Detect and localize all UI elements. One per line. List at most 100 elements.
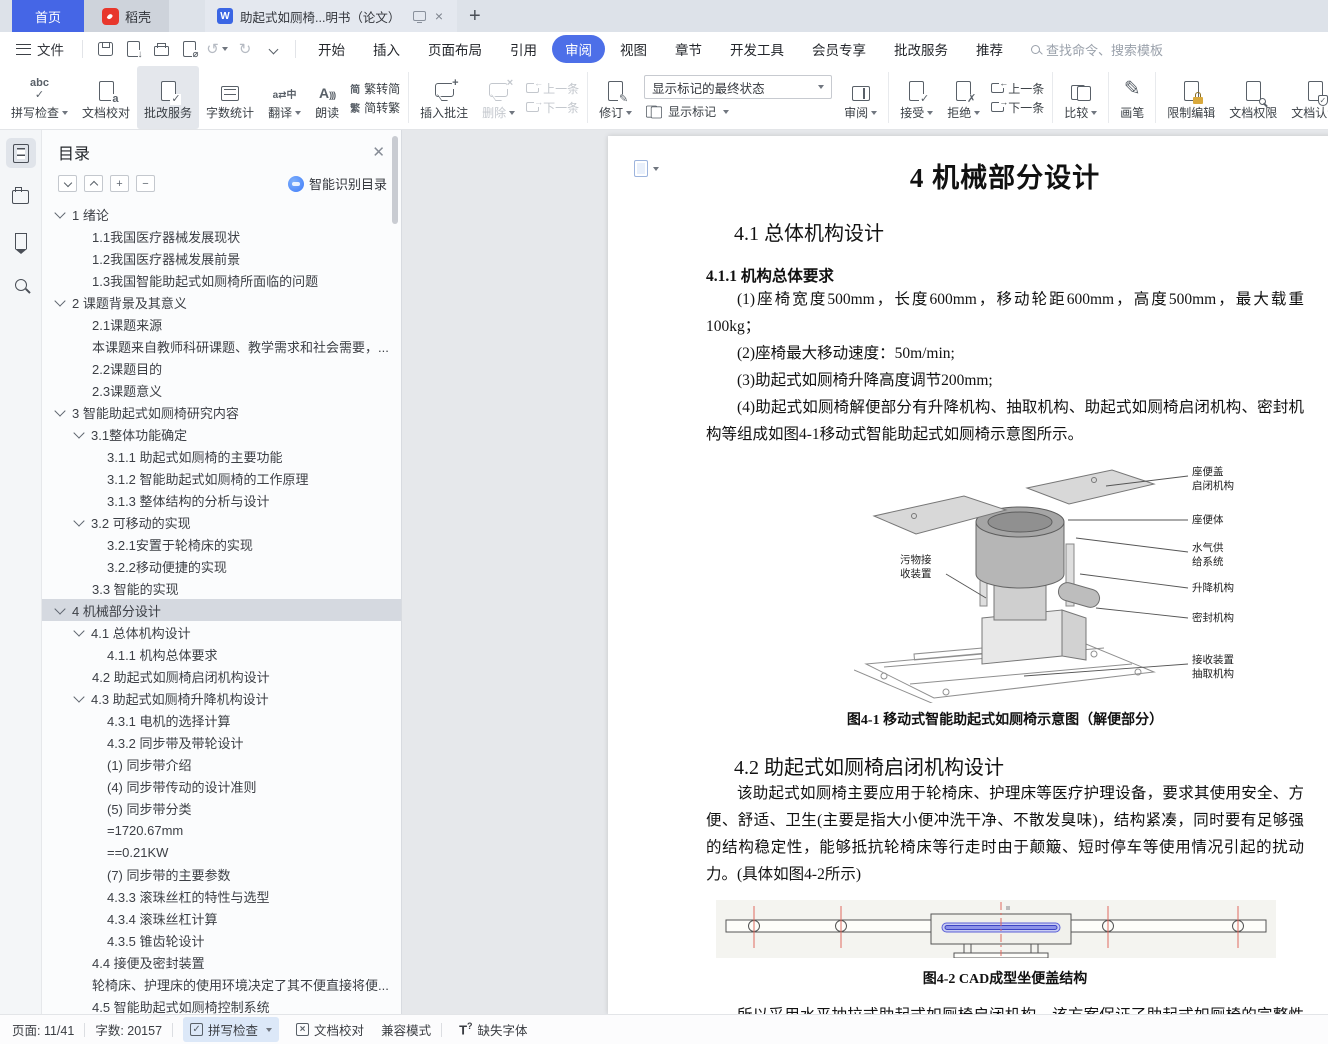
toc-scrollbar[interactable] xyxy=(392,136,398,224)
toc-item[interactable]: 3 智能助起式如厕椅研究内容 xyxy=(42,401,401,423)
toc-item[interactable]: (4) 同步带传动的设计准则 xyxy=(42,775,401,797)
doc-certify-button[interactable]: ✓ 文档认证 xyxy=(1284,66,1328,129)
home-tab[interactable]: 首页 xyxy=(12,0,84,32)
tab-insert[interactable]: 插入 xyxy=(360,35,413,63)
toc-item[interactable]: ==0.21KW xyxy=(42,841,401,863)
next-comment-button[interactable]: → 下一条 xyxy=(526,98,579,116)
reject-button[interactable]: ✗ 拒绝 xyxy=(940,66,987,129)
print-button[interactable] xyxy=(150,38,172,60)
close-tab-icon[interactable]: × xyxy=(433,8,445,24)
toc-item[interactable]: 3.1.2 智能助起式如厕椅的工作原理 xyxy=(42,467,401,489)
prev-comment-button[interactable]: ← 上一条 xyxy=(526,79,579,97)
tab-correction[interactable]: 批改服务 xyxy=(881,35,961,63)
customize-toolbar-button[interactable] xyxy=(262,38,284,60)
toc-item[interactable]: (7) 同步带的主要参数 xyxy=(42,863,401,885)
doc-proof-button[interactable]: a 文档校对 xyxy=(75,66,137,129)
toc-item[interactable]: 1.1我国医疗器械发展现状 xyxy=(42,225,401,247)
tab-home[interactable]: 开始 xyxy=(305,35,358,63)
toc-item[interactable]: 3.2 可移动的实现 xyxy=(42,511,401,533)
document-tab[interactable]: W 助起式如厕椅...明书（论文） × xyxy=(205,0,458,32)
word-count-button[interactable]: 字数统计 xyxy=(199,66,261,129)
review-button[interactable]: 审阅 xyxy=(837,66,884,129)
accept-button[interactable]: ✓ 接受 xyxy=(893,66,940,129)
doc-proof-status[interactable]: × 文档校对 xyxy=(289,1017,371,1042)
close-icon[interactable]: ✕ xyxy=(372,143,385,161)
expand-all-button[interactable] xyxy=(84,175,103,192)
toc-item[interactable]: 4.2 助起式如厕椅启闭机构设计 xyxy=(42,665,401,687)
markup-state-select[interactable]: 显示标记的最终状态 xyxy=(644,75,833,99)
chevron-down-icon[interactable] xyxy=(73,514,85,527)
toc-item[interactable]: 轮椅床、护理床的使用环境决定了其不便直接将便... xyxy=(42,973,401,995)
doc-permission-button[interactable]: 文档权限 xyxy=(1222,66,1284,129)
show-markup-button[interactable]: 显示标记 xyxy=(644,103,832,120)
tab-section[interactable]: 章节 xyxy=(662,35,715,63)
toc-item[interactable]: 4.3.5 锥齿轮设计 xyxy=(42,929,401,951)
insert-comment-button[interactable]: + 插入批注 xyxy=(413,66,475,129)
brush-button[interactable]: ✎ 画笔 xyxy=(1113,66,1151,129)
bookmark-panel-button[interactable] xyxy=(6,226,36,256)
chevron-down-icon[interactable] xyxy=(73,690,85,703)
toc-item[interactable]: 4.3 助起式如厕椅升降机构设计 xyxy=(42,687,401,709)
file-menu[interactable]: 文件 xyxy=(37,39,64,59)
new-tab-button[interactable]: + xyxy=(457,0,493,32)
page-indicator[interactable]: 页面: 11/41 xyxy=(12,1020,74,1039)
toc-item[interactable]: 4.3.1 电机的选择计算 xyxy=(42,709,401,731)
chevron-down-icon[interactable] xyxy=(54,206,66,219)
correction-service-button[interactable]: ✓ 批改服务 xyxy=(137,66,200,129)
missing-font-button[interactable]: T? 缺失字体 xyxy=(452,1017,534,1042)
menu-icon[interactable] xyxy=(16,43,31,55)
toc-item[interactable]: 1.2我国医疗器械发展前景 xyxy=(42,247,401,269)
split-window-icon[interactable] xyxy=(412,11,426,23)
spell-check-status[interactable]: ✓ 拼写检查 xyxy=(183,1017,280,1042)
page-mark[interactable] xyxy=(634,160,659,177)
simp-to-trad-button[interactable]: 繁简转繁 xyxy=(350,99,400,116)
next-change-button[interactable]: → 下一条 xyxy=(991,98,1044,116)
toc-item[interactable]: 3.2.2移动便捷的实现 xyxy=(42,555,401,577)
spell-check-button[interactable]: abc ✓ 拼写检查 xyxy=(4,66,75,129)
toc-item[interactable]: 4.5 智能助起式如厕椅控制系统 xyxy=(42,995,401,1015)
toc-item[interactable]: 4 机械部分设计 xyxy=(42,599,401,621)
tab-review[interactable]: 审阅 xyxy=(552,35,605,63)
save-button[interactable] xyxy=(94,38,116,60)
toc-item[interactable]: 本课题来自教师科研课题、教学需求和社会需要，... xyxy=(42,335,401,357)
print-preview-button[interactable]: ⌀ xyxy=(178,38,200,60)
trad-to-simp-button[interactable]: 简繁转简 xyxy=(350,80,400,97)
chevron-down-icon[interactable] xyxy=(54,602,66,615)
document-page[interactable]: 4 机械部分设计 4.1 总体机构设计 4.1.1 机构总体要求 (1)座椅宽度… xyxy=(608,136,1328,1014)
toc-item[interactable]: 3.1.1 助起式如厕椅的主要功能 xyxy=(42,445,401,467)
delete-comment-button[interactable]: × 删除 xyxy=(475,66,522,129)
docer-tab[interactable]: 稻壳 xyxy=(84,0,170,32)
command-search[interactable]: 查找命令、搜索模板 xyxy=(1031,40,1163,59)
tab-member[interactable]: 会员专享 xyxy=(799,35,879,63)
translate-button[interactable]: a⇄中 翻译 xyxy=(261,66,308,129)
tab-page-layout[interactable]: 页面布局 xyxy=(415,35,495,63)
collapse-level-button[interactable]: − xyxy=(136,175,155,192)
toc-item[interactable]: =1720.67mm xyxy=(42,819,401,841)
toc-item[interactable]: 4.1.1 机构总体要求 xyxy=(42,643,401,665)
toc-item[interactable]: 4.3.3 滚珠丝杠的特性与选型 xyxy=(42,885,401,907)
toc-item[interactable]: 4.3.4 滚珠丝杠计算 xyxy=(42,907,401,929)
chevron-down-icon[interactable] xyxy=(54,294,66,307)
undo-caret-icon[interactable] xyxy=(221,47,228,51)
toc-item[interactable]: 4.3.2 同步带及带轮设计 xyxy=(42,731,401,753)
chevron-down-icon[interactable] xyxy=(73,624,85,637)
toc-item[interactable]: 3.2.1安置于轮椅床的实现 xyxy=(42,533,401,555)
toc-item[interactable]: 2 课题背景及其意义 xyxy=(42,291,401,313)
tab-view[interactable]: 视图 xyxy=(607,35,660,63)
word-count-indicator[interactable]: 字数: 20157 xyxy=(95,1020,162,1039)
toc-panel-button[interactable] xyxy=(5,138,36,168)
toc-item[interactable]: 1.3我国智能助起式如厕椅所面临的问题 xyxy=(42,269,401,291)
smart-toc-button[interactable]: 智能识别目录 xyxy=(287,174,387,193)
toc-item[interactable]: 4.1 总体机构设计 xyxy=(42,621,401,643)
toc-item[interactable]: 2.2课题目的 xyxy=(42,357,401,379)
export-pdf-button[interactable]: ↓ xyxy=(122,38,144,60)
expand-level-button[interactable]: + xyxy=(110,175,129,192)
redo-button[interactable]: ↻ xyxy=(234,38,256,60)
toc-item[interactable]: 3.1整体功能确定 xyxy=(42,423,401,445)
annotations-panel-button[interactable] xyxy=(6,182,36,212)
chevron-down-icon[interactable] xyxy=(73,426,85,439)
collapse-all-button[interactable] xyxy=(58,175,77,192)
toc-item[interactable]: (1) 同步带介绍 xyxy=(42,753,401,775)
compat-mode-indicator[interactable]: 兼容模式 xyxy=(381,1020,431,1039)
read-aloud-button[interactable]: A))) 朗读 xyxy=(308,66,346,129)
